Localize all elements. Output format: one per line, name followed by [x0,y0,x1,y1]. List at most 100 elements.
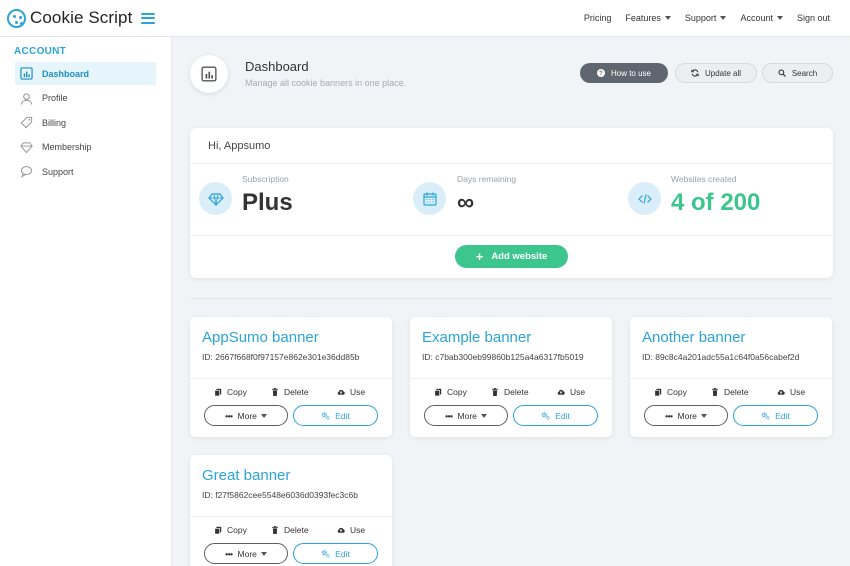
delete-button[interactable]: Delete [711,387,749,397]
copy-icon [214,388,222,396]
sidebar-item-support[interactable]: Support [15,160,156,183]
sidebar: ACCOUNT Dashboard Profile Billing Member… [0,37,172,566]
chevron-down-icon [260,413,267,418]
divider [410,378,612,379]
chevron-down-icon [664,16,671,20]
use-label: Use [350,525,366,535]
banner-id: ID: 89c8c4a201adc55a1c64f0a56cabef2d [642,352,800,362]
more-dropdown-button[interactable]: ••• More [424,405,508,426]
update-all-label: Update all [704,68,742,78]
copy-label: Copy [667,387,687,397]
diamond-icon [199,182,232,215]
sidebar-item-dashboard[interactable]: Dashboard [15,62,156,85]
search-button[interactable]: Search [762,63,833,83]
nav-pricing[interactable]: Pricing [584,13,612,23]
ellipsis-icon: ••• [665,410,673,421]
delete-button[interactable]: Delete [271,525,309,535]
question-icon: ? [596,69,605,77]
sidebar-item-label: Dashboard [42,68,90,79]
use-button[interactable]: Use [557,387,585,397]
search-label: Search [791,68,818,78]
use-button[interactable]: Use [337,525,365,535]
days-remaining-label: Days remaining [457,174,517,184]
edit-label: Edit [775,410,790,421]
subscription-label: Subscription [242,174,289,184]
cloud-upload-icon [337,527,345,533]
gears-icon [321,550,330,558]
use-label: Use [790,387,806,397]
more-label: More [237,548,257,559]
trash-icon [272,388,278,396]
sidebar-item-billing[interactable]: Billing [15,111,156,134]
sidebar-item-membership[interactable]: Membership [15,136,156,159]
edit-label: Edit [335,410,350,421]
nav-sign-out[interactable]: Sign out [797,13,830,23]
top-navbar: Cookie Script Pricing Features Support A… [0,0,850,37]
svg-text:?: ? [599,71,603,77]
more-dropdown-button[interactable]: ••• More [204,543,288,564]
sidebar-item-label: Support [42,166,74,177]
add-website-label: Add website [491,251,548,262]
more-dropdown-button[interactable]: ••• More [644,405,728,426]
nav-features[interactable]: Features [625,13,671,23]
delete-button[interactable]: Delete [491,387,529,397]
copy-label: Copy [227,387,247,397]
cloud-upload-icon [777,389,785,395]
copy-button[interactable]: Copy [214,525,247,535]
more-label: More [237,410,257,421]
use-button[interactable]: Use [777,387,805,397]
chevron-down-icon [480,413,487,418]
tag-icon [20,116,33,129]
banner-title[interactable]: Example banner [422,329,531,346]
brand-logo[interactable]: Cookie Script [7,8,132,28]
edit-button[interactable]: Edit [513,405,598,426]
update-all-button[interactable]: Update all [675,63,757,83]
nav-support[interactable]: Support [685,13,727,23]
cloud-upload-icon [557,389,565,395]
delete-button[interactable]: Delete [271,387,309,397]
brand-name: Cookie Script [30,8,133,27]
edit-button[interactable]: Edit [733,405,818,426]
copy-button[interactable]: Copy [214,387,247,397]
sidebar-item-label: Billing [42,117,67,128]
banner-title[interactable]: Another banner [642,329,745,346]
calendar-icon [413,182,446,215]
more-dropdown-button[interactable]: ••• More [204,405,288,426]
copy-icon [214,526,222,534]
greeting: Hi, Appsumo [208,140,271,152]
copy-label: Copy [227,525,247,535]
more-label: More [677,410,697,421]
how-to-use-label: How to use [610,68,652,78]
banner-id: ID: f27f5862cee5548e6036d0393fec3c6b [202,490,358,500]
websites-created-label: Websites created [671,174,737,184]
banner-id: ID: 2667f668f0f97157e862e301e36dd85b [202,352,360,362]
use-button[interactable]: Use [337,387,365,397]
banner-card: Example banner ID: c7bab300eb99860b125a4a… [410,317,612,437]
nav-account[interactable]: Account [740,13,783,23]
copy-button[interactable]: Copy [654,387,687,397]
sidebar-item-label: Profile [42,93,68,103]
edit-button[interactable]: Edit [293,543,378,564]
sidebar-item-profile[interactable]: Profile [15,87,156,110]
sidebar-item-label: Membership [42,142,92,152]
copy-button[interactable]: Copy [434,387,467,397]
days-remaining-value: ∞ [457,189,475,216]
delete-label: Delete [284,525,309,535]
add-website-button[interactable]: + Add website [455,245,568,268]
menu-toggle-icon[interactable] [141,12,156,24]
plus-icon: + [475,249,484,264]
banner-title[interactable]: AppSumo banner [202,329,319,346]
chevron-down-icon [700,413,707,418]
page-subtitle: Manage all cookie banners in one place. [245,78,407,88]
divider [190,378,392,379]
chevron-down-icon [720,16,727,20]
divider [190,235,833,236]
how-to-use-button[interactable]: ? How to use [580,63,668,83]
banner-title[interactable]: Great banner [202,467,290,484]
edit-button[interactable]: Edit [293,405,378,426]
section-divider [190,298,833,299]
cookie-icon [7,8,26,28]
copy-icon [434,388,442,396]
page-dashboard-icon [190,55,228,93]
banner-card: AppSumo banner ID: 2667f668f0f97157e862e3… [190,317,392,437]
